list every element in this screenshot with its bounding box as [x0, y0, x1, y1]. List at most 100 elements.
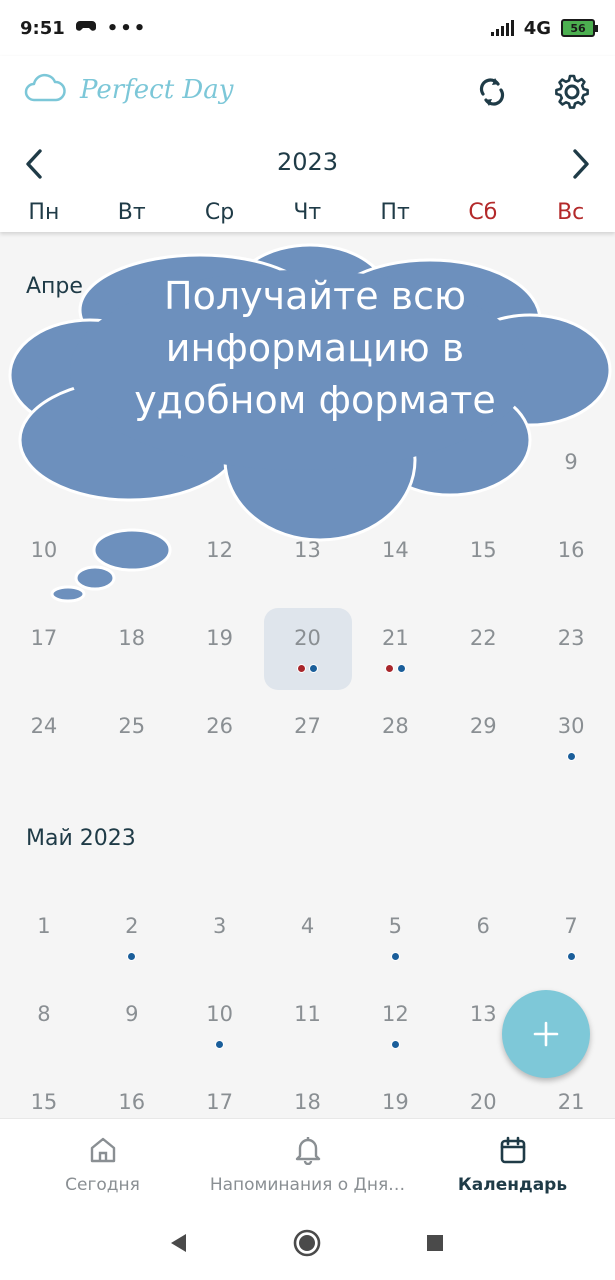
- event-dots: [264, 664, 352, 673]
- day-cell[interactable]: 17: [0, 606, 88, 694]
- day-cell[interactable]: 12: [351, 982, 439, 1070]
- event-dot-red: [297, 664, 306, 673]
- day-number: 30: [557, 714, 585, 738]
- month-title-may: Май 2023: [26, 826, 136, 851]
- more-icon: •••: [106, 17, 148, 39]
- day-cell[interactable]: 5: [351, 894, 439, 982]
- nav-label-today: Сегодня: [65, 1175, 140, 1195]
- day-number: 1: [37, 914, 51, 938]
- day-cell[interactable]: 9: [88, 982, 176, 1070]
- event-dots: [351, 952, 439, 961]
- back-triangle-icon: [171, 1234, 186, 1252]
- network-type: 4G: [523, 17, 551, 39]
- day-cell[interactable]: 6: [439, 894, 527, 982]
- day-number: 4: [300, 914, 315, 938]
- app-header: Perfect Day 2023 Пн Вт Ср Чт Пт Сб Вс: [0, 56, 615, 232]
- day-cell[interactable]: 24: [0, 694, 88, 782]
- event-dot-blue: [127, 952, 137, 961]
- event-dots: [351, 664, 439, 673]
- next-year-button[interactable]: [563, 144, 599, 184]
- day-number: 17: [206, 1090, 234, 1114]
- day-cell-today[interactable]: 20: [263, 606, 352, 694]
- day-number: 8: [37, 1002, 51, 1026]
- nav-item-today[interactable]: Сегодня: [0, 1119, 205, 1206]
- day-cell[interactable]: 18: [88, 606, 176, 694]
- gear-icon: [555, 74, 589, 109]
- day-cell[interactable]: 30: [527, 694, 615, 782]
- day-cell[interactable]: 2: [88, 894, 176, 982]
- event-dot-blue: [566, 952, 576, 961]
- day-number: 24: [30, 714, 58, 738]
- day-number: 12: [382, 1002, 409, 1026]
- day-number: 20: [469, 1090, 497, 1114]
- day-cell[interactable]: 22: [439, 606, 527, 694]
- event-dot-blue: [566, 752, 576, 761]
- day-number: 5: [388, 914, 403, 938]
- event-dots: [527, 752, 615, 761]
- year-title: 2023: [276, 148, 339, 176]
- day-cell[interactable]: 1: [0, 894, 88, 982]
- bottom-navigation: Сегодня Напоминания о Дня… Календарь: [0, 1118, 615, 1206]
- day-number: 27: [294, 714, 321, 738]
- day-cell[interactable]: 19: [176, 606, 264, 694]
- event-dot-blue: [215, 1040, 225, 1049]
- day-cell[interactable]: 23: [527, 606, 615, 694]
- day-number: 16: [118, 1090, 146, 1114]
- day-cell[interactable]: 27: [264, 694, 352, 782]
- day-cell[interactable]: 21: [351, 606, 439, 694]
- nav-item-reminders[interactable]: Напоминания о Дня…: [205, 1119, 410, 1206]
- day-number: 17: [30, 626, 58, 650]
- bell-icon: [295, 1137, 320, 1165]
- week-row: 1 2 3 4 5 6 7: [0, 894, 615, 982]
- event-dot-red: [384, 664, 394, 673]
- day-cell[interactable]: 28: [351, 694, 439, 782]
- status-bar: 9:51 ••• 4G 56: [0, 0, 615, 56]
- day-number: 21: [557, 1090, 585, 1114]
- day-number: 18: [118, 626, 146, 650]
- recents-button[interactable]: [420, 1228, 450, 1258]
- day-cell[interactable]: 11: [264, 982, 352, 1070]
- home-circle-icon: [293, 1229, 321, 1257]
- signal-icon: [490, 20, 514, 36]
- back-button[interactable]: [163, 1228, 193, 1258]
- day-number: 26: [206, 714, 234, 738]
- status-time: 9:51: [20, 17, 65, 39]
- day-cell[interactable]: 3: [176, 894, 264, 982]
- day-cell[interactable]: 10: [176, 982, 264, 1070]
- day-number: 3: [212, 914, 227, 938]
- day-number: 29: [469, 714, 497, 738]
- calendar-icon: [500, 1136, 525, 1164]
- day-cell[interactable]: 8: [0, 982, 88, 1070]
- nav-item-calendar[interactable]: Календарь: [410, 1119, 615, 1206]
- battery-level: 56: [570, 21, 586, 35]
- day-cell[interactable]: 25: [88, 694, 176, 782]
- event-dots: [351, 1040, 439, 1049]
- sync-button[interactable]: [470, 70, 514, 114]
- day-cell[interactable]: 29: [439, 694, 527, 782]
- day-number: 10: [206, 1002, 234, 1026]
- brand-name: Perfect Day: [80, 75, 234, 105]
- day-cell[interactable]: 26: [176, 694, 264, 782]
- day-number: 7: [564, 914, 578, 938]
- day-number: 9: [125, 1002, 139, 1026]
- add-event-button[interactable]: [502, 990, 590, 1078]
- day-number: 22: [469, 626, 497, 650]
- cloud-logo-icon: [24, 72, 66, 108]
- day-number: 2: [125, 914, 139, 938]
- day-number: 19: [382, 1090, 409, 1114]
- day-cell[interactable]: 7: [527, 894, 615, 982]
- day-number: 11: [294, 1002, 321, 1026]
- settings-button[interactable]: [550, 70, 594, 114]
- battery-icon: 56: [561, 19, 598, 37]
- day-number: 28: [382, 714, 409, 738]
- plus-icon: [533, 1021, 559, 1047]
- home-button[interactable]: [292, 1228, 322, 1258]
- sync-icon: [479, 78, 505, 106]
- promo-text: Получайте всю информацию в удобном форма…: [134, 274, 496, 422]
- day-cell[interactable]: 4: [264, 894, 352, 982]
- event-dot-blue: [390, 1040, 400, 1049]
- system-navigation: [0, 1206, 615, 1280]
- brand: Perfect Day: [24, 72, 233, 108]
- home-icon: [90, 1137, 115, 1163]
- nav-label-calendar: Календарь: [457, 1175, 568, 1195]
